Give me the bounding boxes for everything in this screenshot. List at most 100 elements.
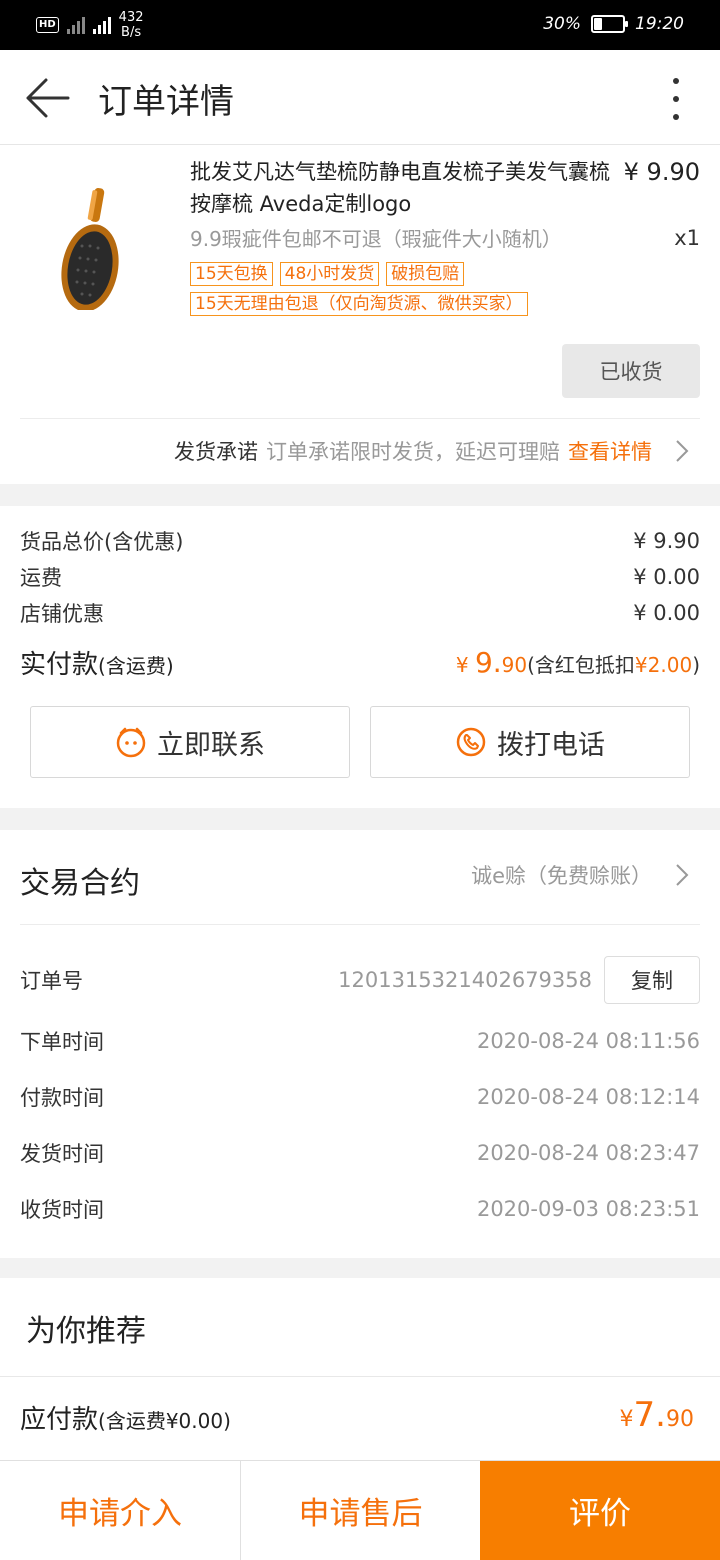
time-label: 发货时间 (20, 1142, 104, 1166)
apply-after-sales-button[interactable]: 申请售后 (240, 1461, 480, 1560)
service-tag: 15天包换 (190, 262, 273, 286)
paid-note-suffix: ) (692, 653, 700, 677)
time-label: 付款时间 (20, 1086, 104, 1110)
section-gap (0, 484, 720, 506)
battery-icon (591, 15, 628, 33)
time-value: 2020-08-24 08:11:56 (476, 1029, 700, 1053)
call-phone-label: 拨打电话 (497, 729, 605, 761)
order-number-group: 1201315321402679358 复制 (338, 956, 700, 1004)
order-number: 1201315321402679358 (338, 968, 592, 992)
divider (20, 418, 700, 419)
price-row: 店铺优惠 ¥ 0.00 (20, 598, 700, 628)
paid-amount: ¥ 9.90(含红包抵扣¥2.00) (456, 646, 700, 679)
trade-contract-section: 交易合约 诚e赊（免费赊账） 订单号 1201315321402679358 复… (0, 830, 720, 1258)
time-value: 2020-08-24 08:12:14 (476, 1085, 700, 1109)
payable-amount: ¥7.90 (620, 1395, 694, 1435)
payable-label: 应付款(含运费¥0.00) (20, 1399, 231, 1436)
time-value: 2020-09-03 08:23:51 (476, 1197, 700, 1221)
payable-bar: 应付款(含运费¥0.00) ¥7.90 (0, 1376, 720, 1460)
contact-now-label: 立即联系 (157, 729, 265, 761)
service-tags: 15天包换 48小时发货 破损包赔 15天无理由包退（仅向淘货源、微供买家） (190, 262, 690, 316)
product-card[interactable]: 批发艾凡达气垫梳防静电直发梳子美发气囊梳按摩梳 Aveda定制logo ¥ 9.… (0, 146, 720, 484)
bottom-action-bar: 申请介入 申请售后 评价 (0, 1460, 720, 1560)
app-header: 订单详情 (0, 50, 720, 145)
divider (20, 924, 700, 925)
price-row-label: 货品总价(含优惠) (20, 530, 184, 554)
promise-text: 订单承诺限时发货，延迟可理赔 (266, 440, 560, 464)
payable-decimal: 90 (666, 1407, 694, 1432)
time-row: 下单时间 2020-08-24 08:11:56 (20, 1026, 700, 1056)
price-row-value: ¥ 0.00 (633, 601, 700, 625)
call-phone-button[interactable]: 拨打电话 (370, 706, 690, 778)
time-row: 付款时间 2020-08-24 08:12:14 (20, 1082, 700, 1112)
section-gap (0, 1258, 720, 1278)
time-row: 发货时间 2020-08-24 08:23:47 (20, 1138, 700, 1168)
pricing-section: 货品总价(含优惠) ¥ 9.90 运费 ¥ 0.00 店铺优惠 ¥ 0.00 实… (0, 506, 720, 808)
paid-note-prefix: (含红包抵扣 (527, 653, 635, 677)
service-tag: 破损包赔 (386, 262, 465, 286)
order-number-row: 订单号 1201315321402679358 复制 (20, 956, 700, 1004)
time-row: 收货时间 2020-09-03 08:23:51 (20, 1194, 700, 1224)
promise-label: 发货承诺 (174, 440, 258, 464)
paid-integer: 9. (474, 646, 502, 679)
time-label: 收货时间 (20, 1198, 104, 1222)
time-value: 2020-08-24 08:23:47 (476, 1141, 700, 1165)
chat-icon (116, 727, 146, 758)
product-spec: 9.9瑕疵件包邮不可退（瑕疵件大小随机） (190, 227, 562, 251)
apply-intervention-button[interactable]: 申请介入 (0, 1461, 240, 1560)
signal-icon (66, 16, 85, 34)
paid-decimal: 90 (501, 653, 528, 677)
promise-details-link[interactable]: 查看详情 (568, 436, 652, 466)
network-speed: 432 B/s (118, 10, 144, 40)
chevron-right-icon (676, 440, 689, 462)
time-label: 下单时间 (20, 1030, 104, 1054)
battery-level (594, 18, 602, 30)
price-row-label: 店铺优惠 (20, 602, 104, 626)
price-row-label: 运费 (20, 566, 62, 590)
price-row: 运费 ¥ 0.00 (20, 562, 700, 592)
section-gap (0, 808, 720, 830)
product-title[interactable]: 批发艾凡达气垫梳防静电直发梳子美发气囊梳按摩梳 Aveda定制logo (190, 156, 626, 220)
payable-currency: ¥ (619, 1407, 634, 1432)
recommend-section: 为你推荐 (0, 1278, 720, 1376)
contract-value: 诚e赊（免费赊账） (471, 864, 652, 888)
battery-percent: 30% (543, 14, 581, 34)
phone-icon (456, 727, 486, 757)
paid-currency: ¥ (455, 653, 475, 677)
status-bar: HD 432 B/s 30% 19:20 (0, 0, 720, 50)
product-image[interactable] (30, 160, 160, 310)
contact-now-button[interactable]: 立即联系 (30, 706, 350, 778)
review-button[interactable]: 评价 (480, 1461, 720, 1560)
status-right: 30% 19:20 (543, 14, 684, 34)
hd-voice-icon: HD (36, 17, 59, 33)
product-quantity: x1 (674, 226, 700, 250)
red-packet-amount: ¥2.00 (634, 653, 693, 677)
order-number-label: 订单号 (20, 969, 83, 993)
price-row: 货品总价(含优惠) ¥ 9.90 (20, 526, 700, 556)
product-price: ¥ 9.90 (623, 158, 700, 186)
contract-title: 交易合约 (20, 866, 140, 901)
status-left: HD 432 B/s (36, 10, 144, 40)
price-row-value: ¥ 9.90 (633, 529, 700, 553)
service-tag: 48小时发货 (279, 262, 380, 286)
clock: 19:20 (635, 14, 684, 34)
received-status-button[interactable]: 已收货 (562, 344, 700, 398)
paid-label: 实付款(含运费) (20, 644, 174, 681)
copy-button[interactable]: 复制 (604, 956, 700, 1004)
payable-note: (含运费¥0.00) (98, 1409, 231, 1433)
back-arrow-icon[interactable] (24, 76, 72, 120)
contract-value-row[interactable]: 诚e赊（免费赊账） (471, 860, 690, 890)
paid-label-text: 实付款 (20, 650, 99, 680)
payable-integer: 7. (633, 1395, 666, 1435)
chevron-right-icon (676, 864, 689, 886)
signal-4g-icon (92, 16, 111, 34)
price-row-value: ¥ 0.00 (633, 565, 700, 589)
more-menu-icon[interactable] (670, 76, 682, 122)
recommend-title: 为你推荐 (26, 1314, 146, 1349)
paid-row: 实付款(含运费) ¥ 9.90(含红包抵扣¥2.00) (20, 644, 700, 681)
page-title: 订单详情 (98, 82, 234, 122)
service-tag: 15天无理由包退（仅向淘货源、微供买家） (190, 292, 528, 316)
payable-label-text: 应付款 (20, 1405, 99, 1435)
paid-label-note: (含运费) (98, 654, 174, 678)
shipping-promise-row[interactable]: 发货承诺 订单承诺限时发货，延迟可理赔 查看详情 (174, 436, 690, 466)
